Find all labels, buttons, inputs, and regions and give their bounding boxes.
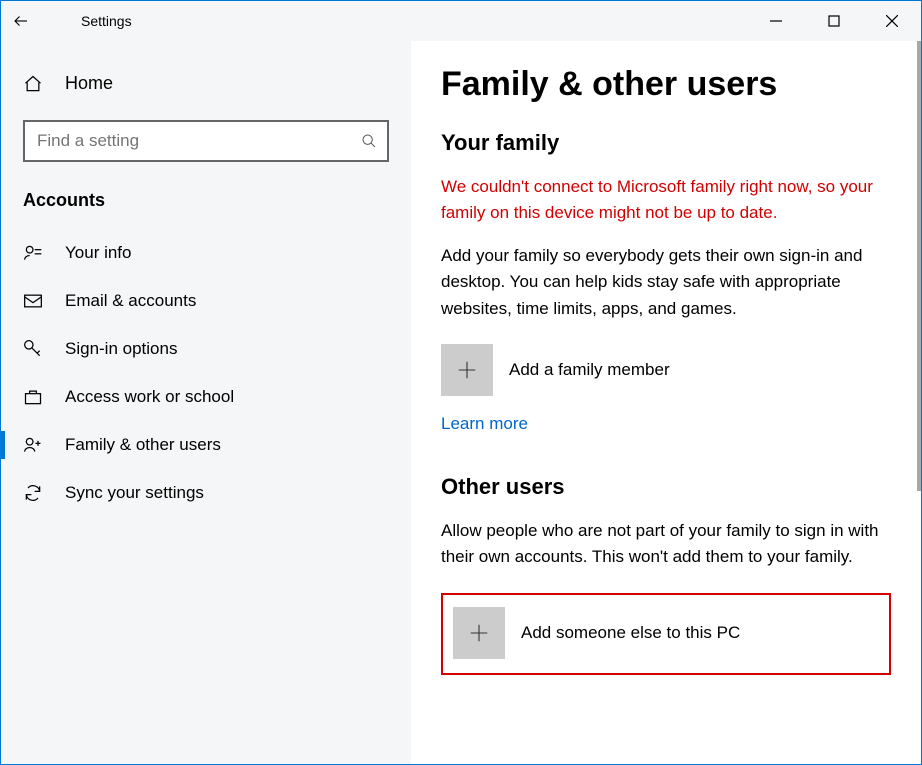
sidebar-item-signin-options[interactable]: Sign-in options: [1, 325, 411, 373]
learn-more-link[interactable]: Learn more: [441, 414, 528, 434]
back-button[interactable]: [1, 1, 41, 41]
other-users-description: Allow people who are not part of your fa…: [441, 518, 891, 571]
people-plus-icon: [23, 435, 47, 455]
add-family-member-button[interactable]: Add a family member: [441, 344, 891, 396]
search-box[interactable]: [23, 120, 389, 162]
window-title: Settings: [81, 13, 132, 29]
maximize-button[interactable]: [805, 1, 863, 41]
sidebar-item-your-info[interactable]: Your info: [1, 229, 411, 277]
family-error-text: We couldn't connect to Microsoft family …: [441, 174, 891, 225]
home-icon: [23, 74, 47, 94]
sync-icon: [23, 483, 47, 503]
minimize-button[interactable]: [747, 1, 805, 41]
home-label: Home: [65, 73, 113, 94]
sidebar-item-label: Access work or school: [65, 387, 234, 407]
sidebar-item-label: Sign-in options: [65, 339, 177, 359]
home-nav[interactable]: Home: [1, 61, 411, 106]
highlight-annotation: Add someone else to this PC: [441, 593, 891, 675]
family-description: Add your family so everybody gets their …: [441, 243, 891, 322]
other-users-heading: Other users: [441, 474, 891, 500]
main-panel: Family & other users Your family We coul…: [411, 41, 921, 764]
search-icon: [361, 133, 377, 149]
sidebar-item-label: Email & accounts: [65, 291, 196, 311]
search-input[interactable]: [35, 130, 361, 152]
sidebar-item-sync-settings[interactable]: Sync your settings: [1, 469, 411, 517]
titlebar: Settings: [1, 1, 921, 41]
add-other-user-button[interactable]: Add someone else to this PC: [453, 607, 879, 659]
page-title: Family & other users: [441, 65, 891, 104]
plus-icon: [453, 607, 505, 659]
add-family-label: Add a family member: [509, 360, 670, 380]
sidebar-section-title: Accounts: [23, 190, 411, 211]
close-button[interactable]: [863, 1, 921, 41]
add-other-user-label: Add someone else to this PC: [521, 623, 740, 643]
mail-icon: [23, 291, 47, 311]
sidebar-item-email-accounts[interactable]: Email & accounts: [1, 277, 411, 325]
sidebar-item-work-school[interactable]: Access work or school: [1, 373, 411, 421]
plus-icon: [441, 344, 493, 396]
briefcase-icon: [23, 387, 47, 407]
sidebar-item-label: Your info: [65, 243, 131, 263]
key-icon: [23, 339, 47, 359]
sidebar-item-label: Sync your settings: [65, 483, 204, 503]
sidebar-item-family-users[interactable]: Family & other users: [1, 421, 411, 469]
sidebar: Home Accounts Your info: [1, 41, 411, 764]
person-card-icon: [23, 243, 47, 263]
sidebar-item-label: Family & other users: [65, 435, 221, 455]
scrollbar-thumb[interactable]: [917, 41, 921, 491]
family-heading: Your family: [441, 130, 891, 156]
